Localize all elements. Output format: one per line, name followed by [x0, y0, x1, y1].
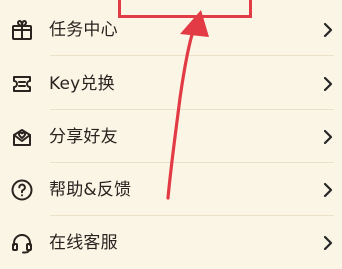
chevron-right-icon — [323, 22, 333, 38]
chevron-right-icon — [323, 182, 333, 198]
share-icon — [10, 125, 34, 149]
menu-item-label: 任务中心 — [49, 20, 118, 40]
menu-item-online-service[interactable]: 在线客服 — [0, 217, 342, 269]
menu-item-label: 在线客服 — [49, 233, 118, 253]
menu-item-key-redeem[interactable]: Key兑换 — [0, 58, 342, 110]
chevron-right-icon — [323, 76, 333, 92]
headset-icon — [10, 231, 34, 255]
chevron-right-icon — [323, 235, 333, 251]
menu-item-label: Key兑换 — [49, 74, 115, 94]
ticket-icon — [10, 72, 34, 96]
menu-item-share-friends[interactable]: 分享好友 — [0, 111, 342, 163]
menu-item-help-feedback[interactable]: 帮助&反馈 — [0, 164, 342, 216]
menu-item-label: 帮助&反馈 — [49, 180, 132, 200]
help-icon — [10, 178, 34, 202]
menu-item-task-center[interactable]: 任务中心 — [0, 4, 342, 56]
chevron-right-icon — [323, 129, 333, 145]
menu-item-label: 分享好友 — [49, 127, 118, 147]
gift-icon — [10, 18, 34, 42]
